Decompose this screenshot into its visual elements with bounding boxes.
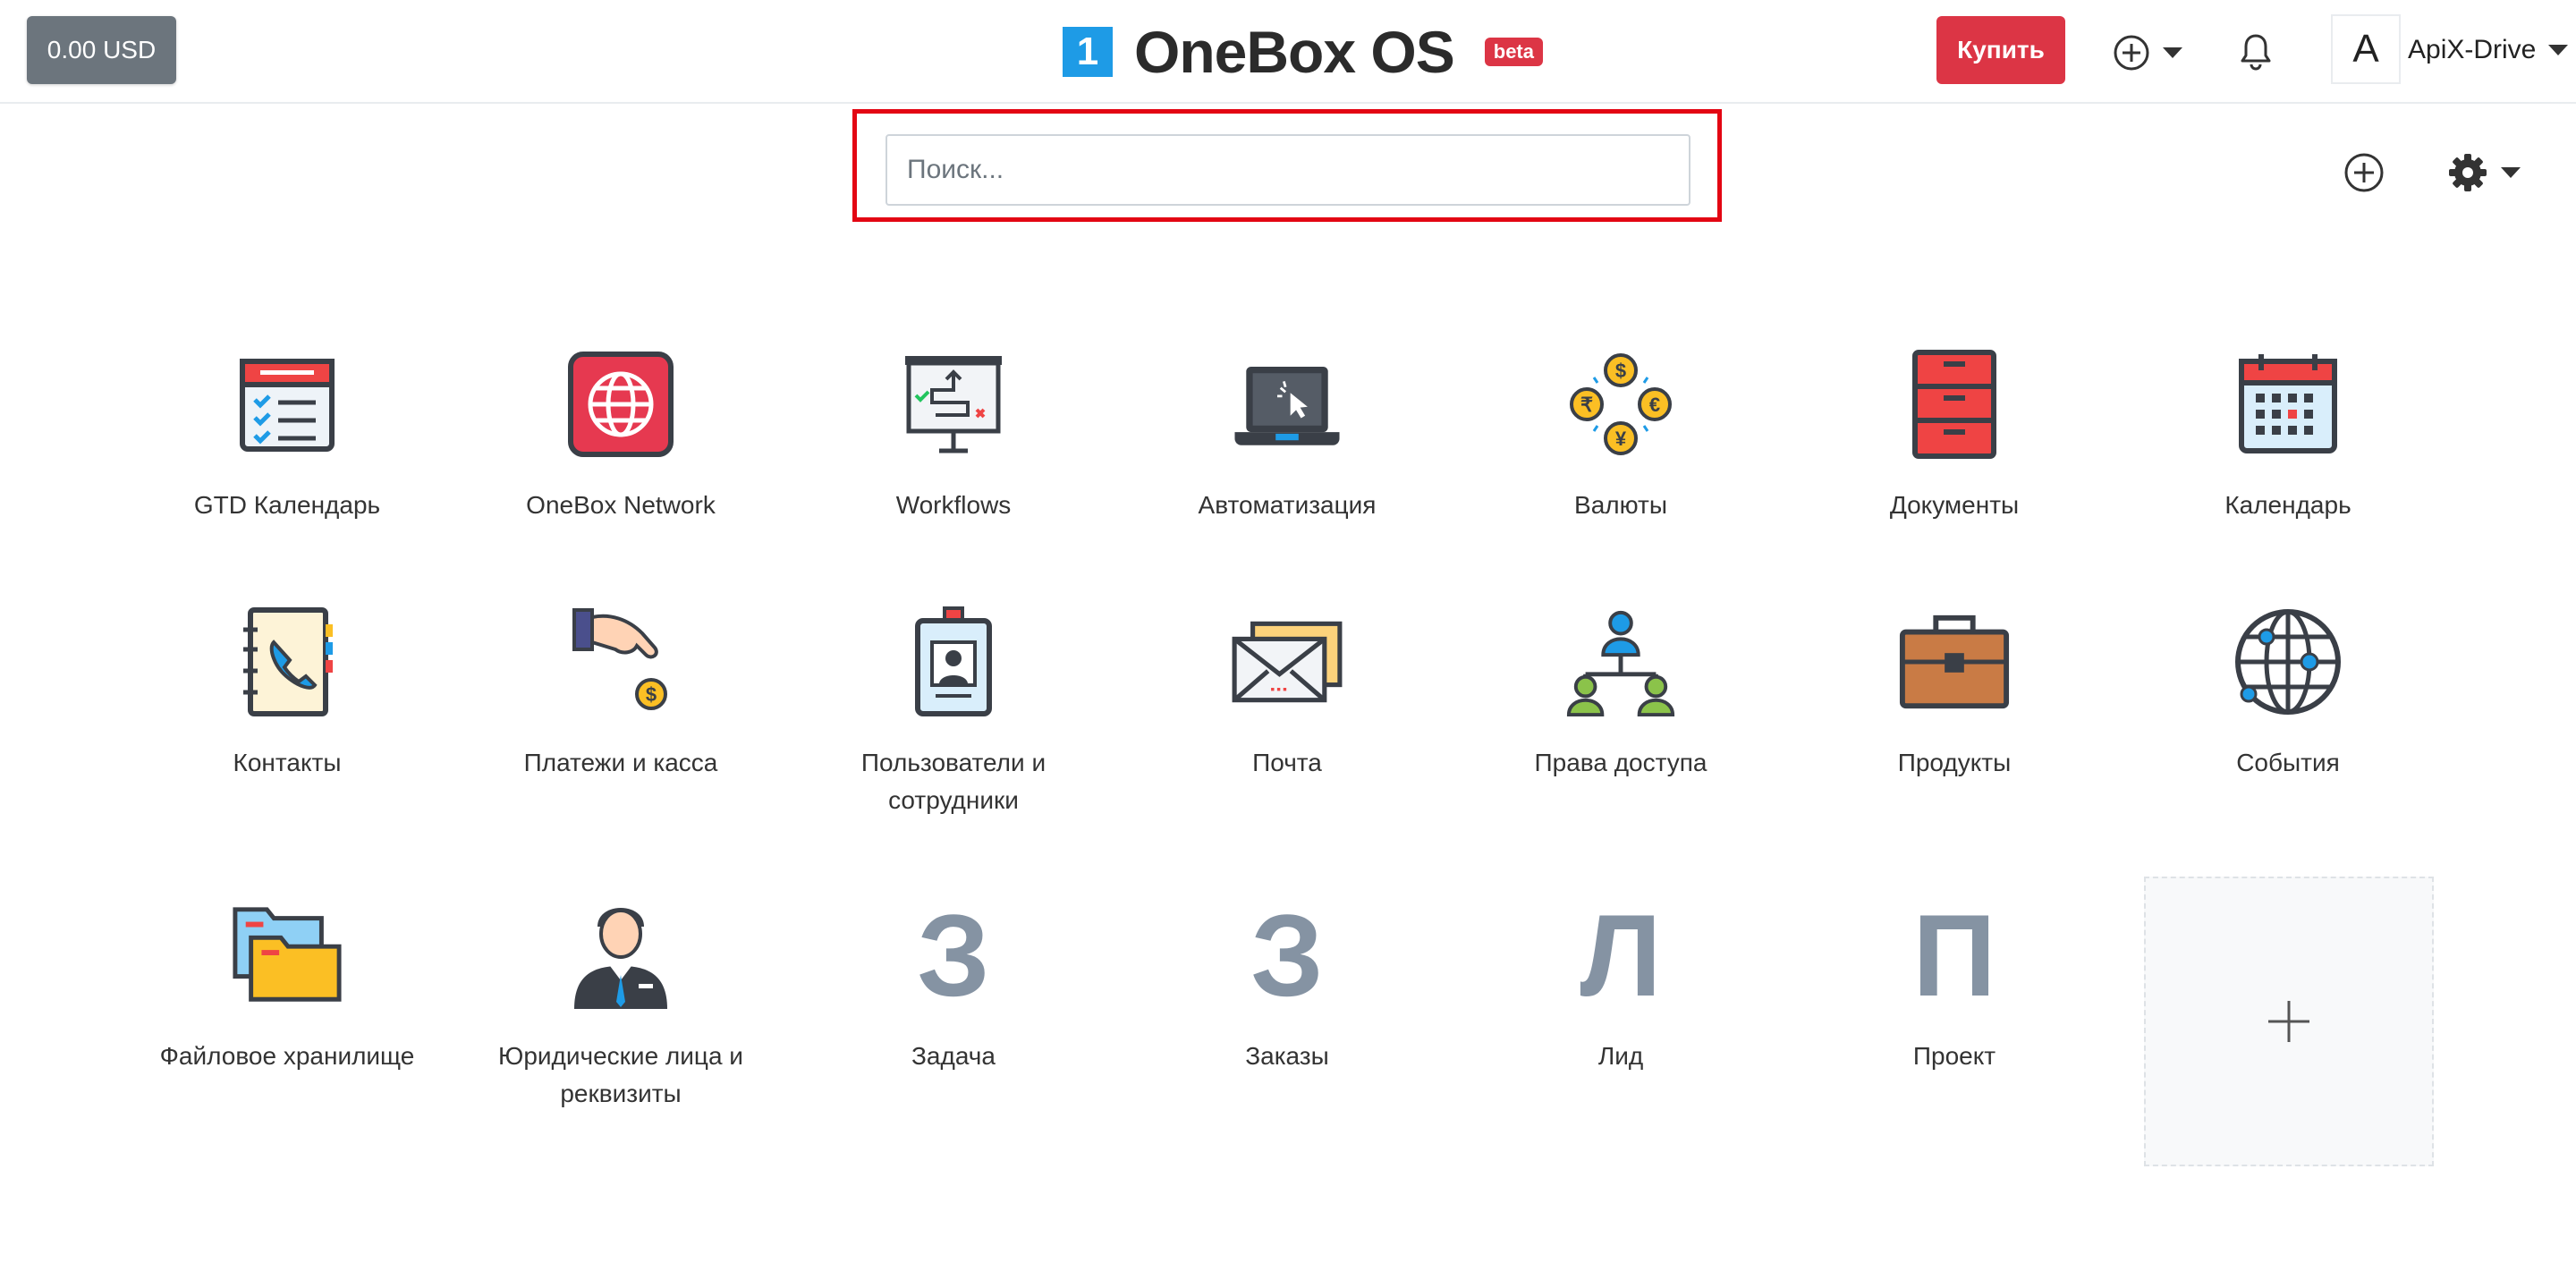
app-label: Юридические лица и реквизиты [498, 1042, 743, 1107]
app-tile-access-rights[interactable]: Права доступа [1464, 605, 1777, 782]
app-label: События [2236, 749, 2340, 776]
app-tile-events[interactable]: События [2131, 605, 2445, 782]
app-label: Лид [1597, 1042, 1644, 1070]
app-label: Заказы [1245, 1042, 1329, 1070]
logo-mark: 1 [1063, 27, 1113, 77]
notifications-button[interactable] [2238, 32, 2274, 73]
app-label: Workflows [895, 491, 1012, 519]
app-label: OneBox Network [526, 491, 716, 519]
bell-icon [2241, 34, 2271, 71]
plus-circle-icon [2344, 153, 2384, 192]
app-tile-documents[interactable]: Документы [1798, 347, 2111, 524]
header-add-menu[interactable] [2113, 32, 2193, 73]
app-tile-task[interactable]: З Задача [797, 890, 1110, 1075]
beta-badge: beta [1484, 38, 1543, 66]
app-label: Контакты [233, 749, 342, 776]
app-tile-contacts[interactable]: Контакты [131, 605, 444, 782]
orders-letter-icon: З [1250, 890, 1324, 1021]
app-tile-products[interactable]: Продукты [1798, 605, 2111, 782]
svg-text:₹: ₹ [1580, 394, 1593, 416]
app-label: Почта [1252, 749, 1322, 776]
app-label: Документы [1889, 491, 2020, 519]
svg-text:$: $ [1615, 360, 1626, 382]
add-app-button[interactable] [2343, 152, 2385, 193]
top-header: 0.00 USD 1 OneBox OS beta Купить A ApiX-… [0, 0, 2576, 104]
chevron-down-icon [2163, 47, 2182, 58]
lead-letter-icon: Л [1580, 890, 1662, 1021]
user-name: ApiX-Drive [2408, 35, 2537, 64]
currencies-icon: $ ₹ € ¥ [1570, 353, 1672, 455]
calendar-icon [2239, 354, 2337, 453]
app-tile-legal-entities[interactable]: Юридические лица и реквизиты [464, 898, 777, 1113]
avatar[interactable]: A [2331, 14, 2401, 84]
app-tile-workflows[interactable]: Workflows [797, 347, 1110, 524]
gtd-calendar-icon [240, 359, 335, 452]
products-briefcase-icon [1899, 614, 2010, 709]
app-label: Продукты [1897, 749, 2012, 776]
access-rights-icon [1566, 610, 1675, 717]
svg-text:¥: ¥ [1615, 428, 1627, 450]
app-tile-automation[interactable]: Автоматизация [1131, 347, 1444, 524]
logo[interactable]: 1 OneBox OS beta [1063, 19, 1543, 85]
app-tile-users[interactable]: Пользователи и сотрудники [797, 605, 1110, 819]
svg-text:€: € [1649, 394, 1660, 416]
user-menu[interactable]: ApiX-Drive [2408, 32, 2569, 68]
app-label: Файловое хранилище [159, 1042, 415, 1070]
app-tile-project[interactable]: П Проект [1798, 890, 2111, 1075]
app-tile-gtd-calendar[interactable]: GTD Календарь [131, 347, 444, 524]
logo-text: OneBox OS [1134, 19, 1455, 85]
chevron-down-icon [2548, 45, 2569, 55]
app-label: Пользователи и сотрудники [860, 749, 1046, 814]
app-tile-payments[interactable]: $ Платежи и касса [464, 605, 777, 782]
app-tile-currencies[interactable]: $ ₹ € ¥ Валюты [1464, 347, 1777, 524]
contacts-book-icon [243, 607, 333, 716]
events-globe-icon [2235, 609, 2341, 715]
legal-entity-person-icon [574, 908, 667, 1009]
add-app-tile[interactable] [2144, 877, 2434, 1166]
app-label: GTD Календарь [193, 491, 381, 519]
user-badge-icon [915, 606, 992, 716]
app-label: Проект [1912, 1042, 1996, 1070]
task-letter-icon: З [917, 890, 990, 1021]
app-tile-orders[interactable]: З Заказы [1131, 890, 1444, 1075]
chevron-down-icon [2501, 167, 2521, 178]
app-label: Автоматизация [1198, 491, 1377, 519]
mail-envelope-icon [1232, 621, 1343, 703]
balance-button[interactable]: 0.00 USD [27, 16, 176, 84]
laptop-automation-icon [1234, 366, 1340, 445]
payments-hand-icon: $ [572, 608, 667, 710]
buy-button[interactable]: Купить [1936, 16, 2065, 84]
plus-icon [2268, 1001, 2309, 1042]
search-input[interactable] [886, 134, 1690, 206]
documents-cabinet-icon [1912, 350, 1996, 459]
plus-circle-icon [2114, 35, 2149, 71]
network-globe-icon [568, 352, 674, 457]
file-storage-folder-icon [233, 907, 342, 1002]
svg-text:$: $ [646, 683, 657, 706]
app-label: Валюты [1574, 491, 1667, 519]
settings-menu[interactable] [2447, 150, 2528, 195]
app-label: Права доступа [1534, 749, 1707, 776]
app-label: Календарь [2224, 491, 2351, 519]
project-letter-icon: П [1912, 890, 1996, 1021]
app-tile-lead[interactable]: Л Лид [1464, 890, 1777, 1075]
app-tile-onebox-network[interactable]: OneBox Network [464, 347, 777, 524]
app-tile-calendar[interactable]: Календарь [2131, 347, 2445, 524]
workflows-board-icon [905, 356, 1002, 453]
app-label: Платежи и касса [523, 749, 718, 776]
app-label: Задача [911, 1042, 996, 1070]
app-tile-mail[interactable]: Почта [1131, 605, 1444, 782]
app-tile-file-storage[interactable]: Файловое хранилище [131, 898, 444, 1075]
gear-icon [2449, 154, 2487, 191]
